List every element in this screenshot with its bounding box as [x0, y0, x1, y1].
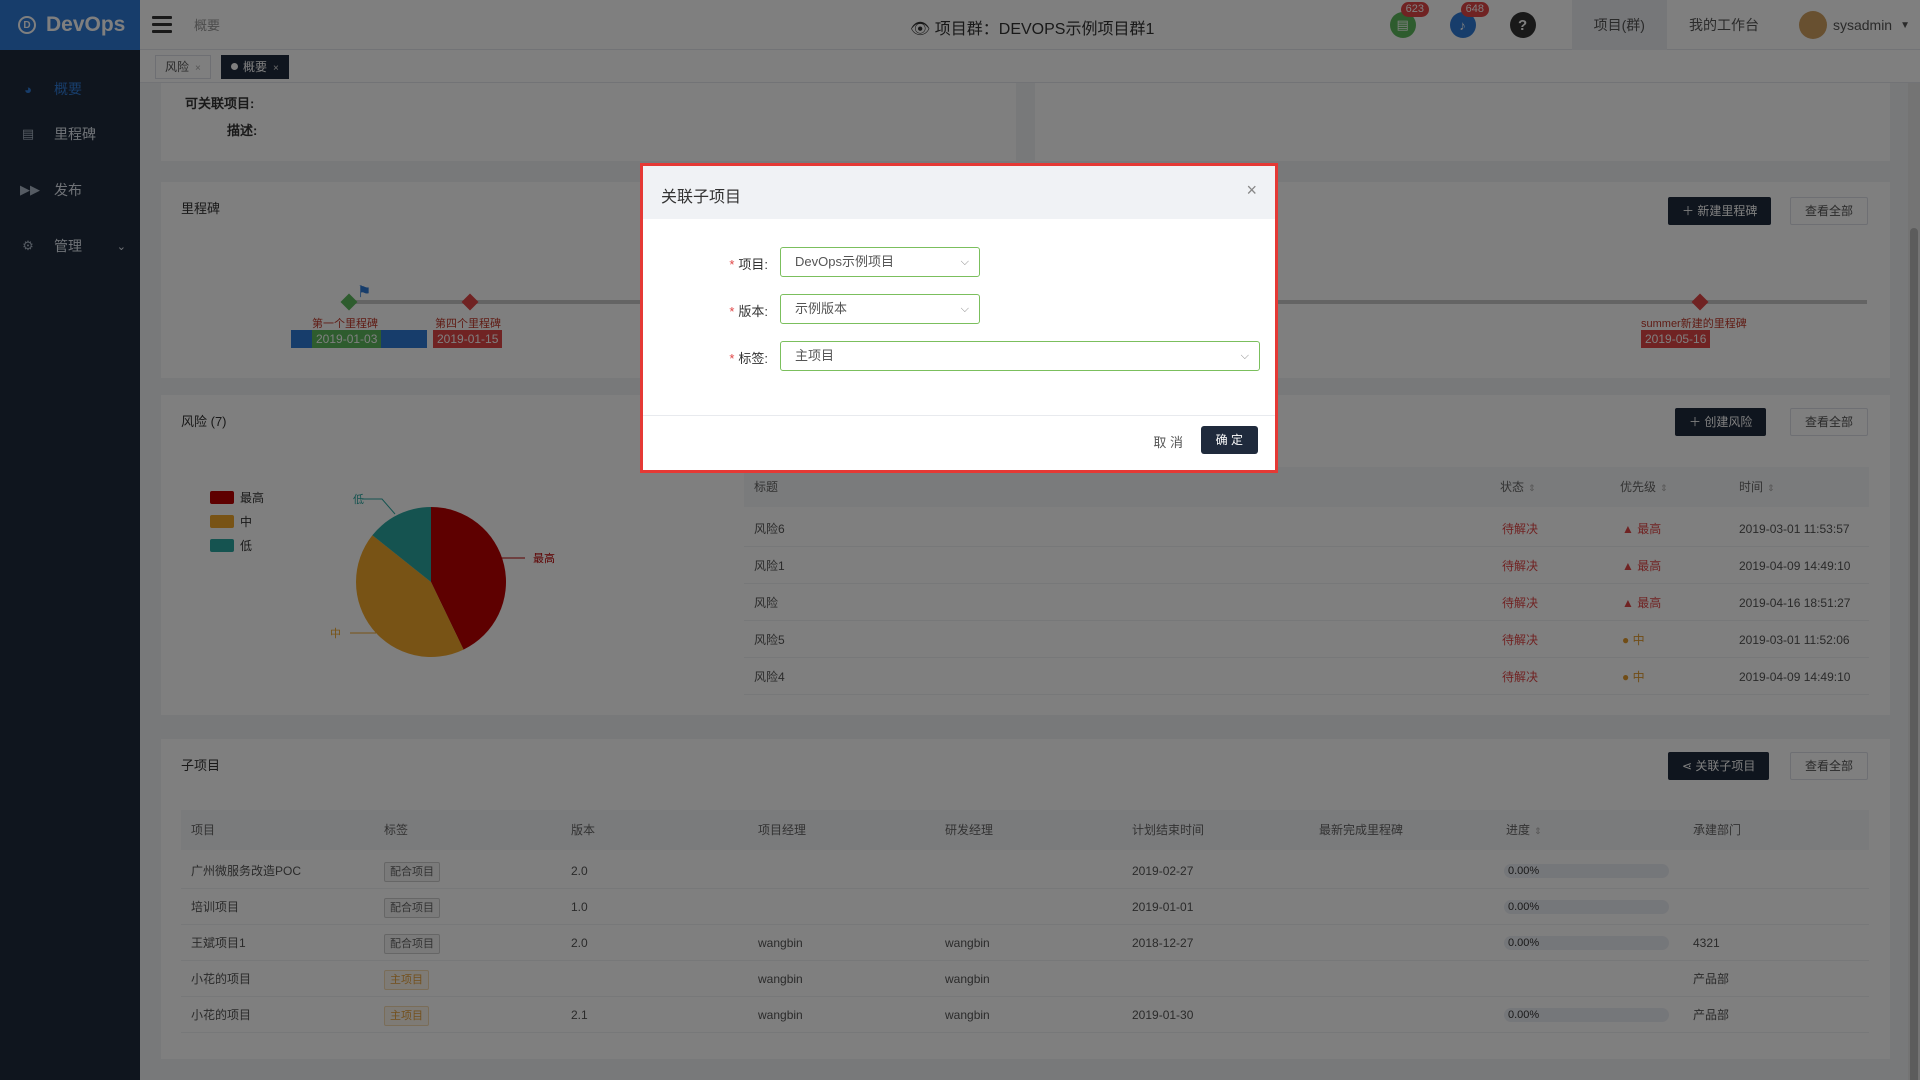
- cancel-button[interactable]: 取 消: [1153, 432, 1183, 451]
- confirm-button[interactable]: 确 定: [1200, 426, 1258, 454]
- version-label-text: 版本:: [738, 304, 768, 319]
- close-icon[interactable]: ×: [1246, 180, 1257, 201]
- project-select-value: DevOps示例项目: [795, 254, 894, 269]
- project-label-text: 项目:: [738, 257, 768, 272]
- chevron-down-icon: ⌵: [1240, 350, 1249, 362]
- version-select[interactable]: 示例版本 ⌵: [780, 294, 980, 324]
- form-row-tag: * 标签: 主项目 ⌵: [643, 341, 1275, 371]
- chevron-down-icon: ⌵: [960, 256, 969, 268]
- project-select[interactable]: DevOps示例项目 ⌵: [780, 247, 980, 277]
- dialog-footer: 取 消 确 定: [643, 415, 1275, 470]
- tag-select[interactable]: 主项目 ⌵: [780, 341, 1260, 371]
- tag-select-value: 主项目: [795, 348, 835, 363]
- dialog-header: 关联子项目 ×: [643, 166, 1275, 219]
- chevron-down-icon: ⌵: [960, 303, 969, 315]
- form-row-project: * 项目: DevOps示例项目 ⌵: [643, 247, 1275, 277]
- version-select-value: 示例版本: [795, 301, 848, 316]
- tag-label: * 标签:: [729, 348, 768, 367]
- dialog-title: 关联子项目: [661, 189, 742, 206]
- version-label: * 版本:: [729, 301, 768, 320]
- tag-label-text: 标签:: [738, 351, 768, 366]
- required-mark: *: [729, 351, 735, 366]
- required-mark: *: [729, 304, 735, 319]
- link-subproject-dialog: 关联子项目 × * 项目: DevOps示例项目 ⌵ * 版本: 示例版本 ⌵ * 标签:…: [640, 163, 1278, 473]
- project-label: * 项目:: [729, 254, 768, 273]
- modal-backdrop[interactable]: [0, 0, 1920, 1080]
- form-row-version: * 版本: 示例版本 ⌵: [643, 294, 1275, 324]
- required-mark: *: [729, 257, 735, 272]
